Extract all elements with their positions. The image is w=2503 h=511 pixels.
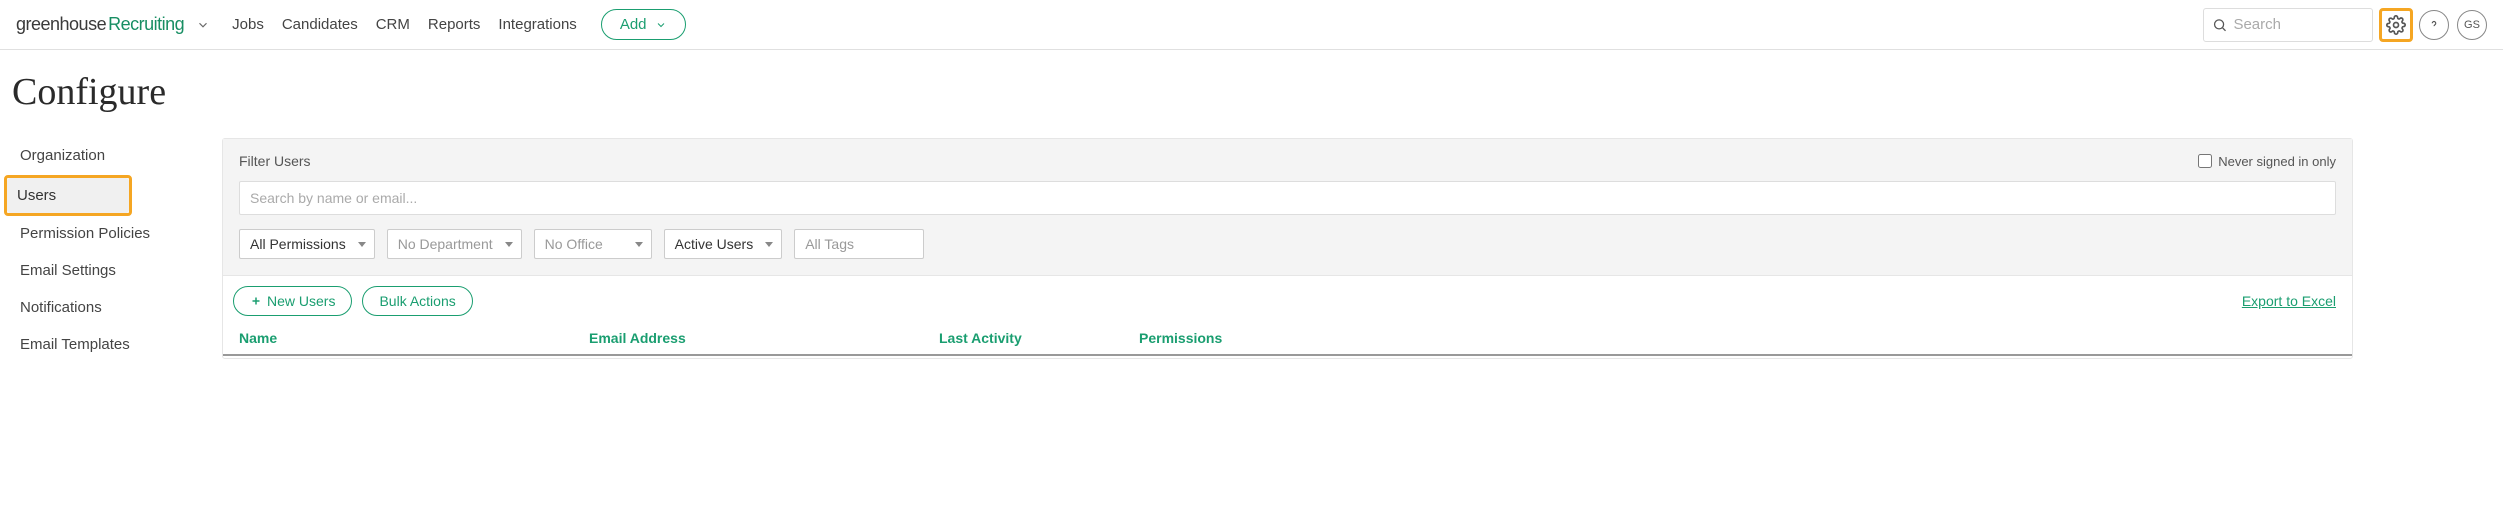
sidebar-item-organization[interactable]: Organization: [10, 138, 222, 173]
bulk-actions-label: Bulk Actions: [379, 293, 455, 309]
nav-crm[interactable]: CRM: [376, 16, 410, 33]
column-header-email[interactable]: Email Address: [589, 330, 939, 346]
global-search[interactable]: [2203, 8, 2373, 42]
bulk-actions-button[interactable]: Bulk Actions: [362, 286, 472, 316]
app-logo[interactable]: greenhouse Recruiting: [16, 14, 210, 35]
add-button[interactable]: Add: [601, 9, 686, 40]
search-input[interactable]: [2233, 16, 2364, 33]
permissions-filter-dropdown[interactable]: All Permissions: [239, 229, 375, 259]
office-filter-dropdown[interactable]: No Office: [534, 229, 652, 259]
filter-title: Filter Users: [239, 153, 311, 169]
sidebar-item-users[interactable]: Users: [7, 178, 129, 213]
actions-row: New Users Bulk Actions Export to Excel: [223, 276, 2352, 320]
settings-sidebar: Organization Users Permission Policies E…: [0, 138, 222, 364]
user-avatar[interactable]: GS: [2457, 10, 2487, 40]
add-button-label: Add: [620, 16, 647, 33]
department-filter-dropdown[interactable]: No Department: [387, 229, 522, 259]
sidebar-item-email-templates[interactable]: Email Templates: [10, 327, 222, 362]
logo-text-greenhouse: greenhouse: [16, 14, 106, 35]
export-to-excel-link[interactable]: Export to Excel: [2242, 293, 2336, 309]
column-header-last-activity[interactable]: Last Activity: [939, 330, 1139, 346]
sidebar-item-users-highlight: Users: [4, 175, 132, 216]
sidebar-item-permission-policies[interactable]: Permission Policies: [10, 216, 222, 251]
chevron-down-icon[interactable]: [196, 18, 210, 32]
new-users-button[interactable]: New Users: [233, 286, 352, 316]
plus-icon: [250, 295, 262, 307]
help-icon: [2427, 18, 2441, 32]
nav-jobs[interactable]: Jobs: [232, 16, 264, 33]
nav-reports[interactable]: Reports: [428, 16, 481, 33]
filter-panel: Filter Users Never signed in only All Pe…: [223, 139, 2352, 276]
gear-icon: [2386, 15, 2406, 35]
main-panel: Filter Users Never signed in only All Pe…: [222, 138, 2353, 359]
settings-button[interactable]: [2379, 8, 2413, 42]
sidebar-item-notifications[interactable]: Notifications: [10, 290, 222, 325]
column-header-permissions[interactable]: Permissions: [1139, 330, 1339, 346]
filter-search-input[interactable]: [239, 181, 2336, 215]
never-signed-in-checkbox[interactable]: [2198, 154, 2212, 168]
search-icon: [2212, 16, 2227, 34]
nav-candidates[interactable]: Candidates: [282, 16, 358, 33]
new-users-label: New Users: [267, 293, 335, 309]
primary-nav: Jobs Candidates CRM Reports Integrations: [232, 16, 577, 33]
help-button[interactable]: [2419, 10, 2449, 40]
nav-integrations[interactable]: Integrations: [498, 16, 576, 33]
top-navigation-bar: greenhouse Recruiting Jobs Candidates CR…: [0, 0, 2503, 50]
users-table-header: Name Email Address Last Activity Permiss…: [223, 320, 2352, 356]
column-header-name[interactable]: Name: [239, 330, 589, 346]
page-title: Configure: [0, 70, 2503, 114]
tags-filter-input[interactable]: All Tags: [794, 229, 924, 259]
chevron-down-icon: [655, 19, 667, 31]
sidebar-item-email-settings[interactable]: Email Settings: [10, 253, 222, 288]
avatar-initials: GS: [2464, 19, 2480, 31]
status-filter-dropdown[interactable]: Active Users: [664, 229, 783, 259]
never-signed-in-filter[interactable]: Never signed in only: [2198, 154, 2336, 169]
never-signed-in-label: Never signed in only: [2218, 154, 2336, 169]
logo-text-recruiting: Recruiting: [108, 14, 184, 35]
